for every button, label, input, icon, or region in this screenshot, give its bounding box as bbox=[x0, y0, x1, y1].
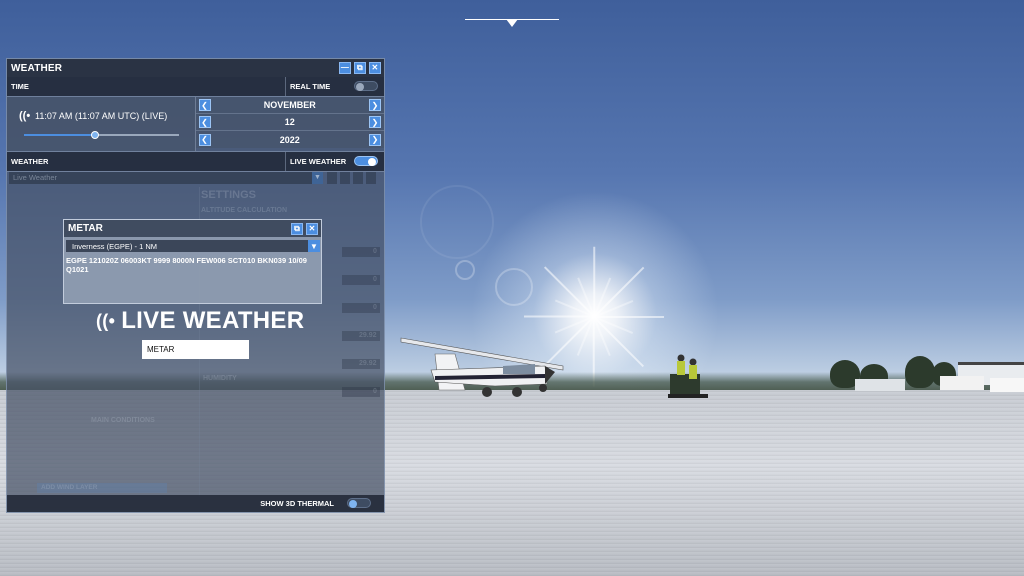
time-slider-handle[interactable] bbox=[91, 131, 100, 139]
ghost-value: 0 bbox=[373, 248, 377, 255]
ghost-altitude-calc: ALTITUDE CALCULATION bbox=[201, 207, 288, 214]
metar-report-line: EGPE 121020Z 06003KT 9999 8000N FEW006 S… bbox=[66, 256, 307, 265]
toggle-knob bbox=[368, 158, 376, 166]
metar-station-select[interactable]: Inverness (EGPE) - 1 NM ▼ bbox=[66, 240, 320, 252]
year-next-button[interactable]: ❯ bbox=[369, 133, 381, 146]
metar-popout-button[interactable]: ⧉ bbox=[291, 222, 303, 235]
time-label: TIME bbox=[7, 77, 285, 96]
ghost-value: 29.92 bbox=[359, 360, 377, 367]
vehicle bbox=[940, 376, 984, 390]
lens-flare bbox=[495, 268, 533, 306]
sun-ray bbox=[524, 316, 594, 318]
ghost-settings-title: SETTINGS bbox=[201, 189, 257, 201]
year-prev-button[interactable]: ❮ bbox=[198, 133, 211, 146]
close-button[interactable]: ✕ bbox=[369, 62, 381, 74]
month-prev-button[interactable]: ❮ bbox=[198, 99, 211, 111]
ghost-wind-layer: ADD WIND LAYER bbox=[41, 484, 98, 491]
live-weather-toggle[interactable] bbox=[354, 156, 378, 166]
chevron-down-icon[interactable]: ▼ bbox=[308, 240, 320, 252]
popout-button[interactable]: ⧉ bbox=[354, 62, 366, 74]
weather-panel-titlebar: WEATHER — ⧉ ✕ bbox=[7, 59, 384, 77]
heading-indicator-icon bbox=[506, 19, 518, 27]
preset-value: Live Weather bbox=[13, 173, 58, 182]
toggle-knob bbox=[356, 83, 364, 91]
live-weather-label: LIVE WEATHER bbox=[290, 157, 347, 166]
live-signal-icon: ((• bbox=[19, 110, 31, 122]
preset-actions bbox=[327, 172, 382, 184]
day-value: 12 bbox=[284, 117, 295, 127]
sun-ray bbox=[593, 246, 595, 317]
time-slider-fill bbox=[24, 134, 96, 136]
ghost-value: 29.92 bbox=[359, 332, 377, 339]
metar-station-value: Inverness (EGPE) - 1 NM bbox=[72, 241, 158, 251]
weather-label: WEATHER bbox=[7, 152, 285, 171]
aircraft-cessna bbox=[400, 337, 564, 397]
ghost-value: 0 bbox=[373, 388, 377, 395]
vehicle bbox=[990, 378, 1024, 392]
ghost-value: 0 bbox=[373, 276, 377, 283]
weather-header-row: WEATHER LIVE WEATHER bbox=[7, 152, 384, 172]
date-picker: ❮ NOVEMBER ❯ ❮ 12 ❯ ❮ 2022 ❯ bbox=[195, 97, 384, 151]
metar-button-label: METAR bbox=[147, 345, 175, 354]
month-row: ❮ NOVEMBER ❯ bbox=[195, 97, 384, 114]
ghost-value: 0 bbox=[373, 304, 377, 311]
metar-title: METAR bbox=[68, 223, 103, 234]
ghost-humidity: HUMIDITY bbox=[203, 375, 237, 382]
lens-flare bbox=[420, 185, 494, 259]
real-time-cell: REAL TIME bbox=[285, 77, 384, 96]
metar-report-line: Q1021 bbox=[66, 265, 89, 274]
real-time-label: REAL TIME bbox=[290, 82, 331, 91]
live-signal-icon: ((• bbox=[96, 310, 116, 331]
time-display: 11:07 AM (11:07 AM UTC) (LIVE) bbox=[35, 111, 168, 121]
toggle-knob bbox=[349, 500, 357, 508]
month-next-button[interactable]: ❯ bbox=[369, 99, 381, 111]
year-value: 2022 bbox=[279, 134, 300, 145]
lens-flare bbox=[455, 260, 475, 280]
year-row: ❮ 2022 ❯ bbox=[195, 131, 384, 148]
weather-panel-title: WEATHER bbox=[11, 62, 63, 74]
metar-button[interactable]: METAR bbox=[142, 340, 249, 359]
preset-copy-icon[interactable] bbox=[340, 172, 350, 184]
sun-ray bbox=[594, 316, 664, 318]
live-weather-cell: LIVE WEATHER bbox=[285, 152, 384, 171]
metar-report: EGPE 121020Z 06003KT 9999 8000N FEW006 S… bbox=[66, 256, 319, 274]
vehicle bbox=[855, 379, 905, 391]
preset-save-icon[interactable] bbox=[327, 172, 337, 184]
metar-window: METAR ⧉ ✕ Inverness (EGPE) - 1 NM ▼ EGPE… bbox=[63, 219, 322, 304]
time-slider-track[interactable] bbox=[24, 131, 179, 139]
metar-titlebar: METAR ⧉ ✕ bbox=[64, 220, 321, 237]
live-weather-title: LIVE WEATHER bbox=[121, 307, 305, 334]
show-3d-thermal-toggle[interactable] bbox=[347, 498, 371, 508]
preset-delete-icon[interactable] bbox=[366, 172, 376, 184]
time-date-row: ((• 11:07 AM (11:07 AM UTC) (LIVE) ❮ NOV… bbox=[7, 97, 384, 152]
time-slider-area: ((• 11:07 AM (11:07 AM UTC) (LIVE) bbox=[7, 97, 196, 151]
live-weather-banner: ((• LIVE WEATHER bbox=[96, 306, 304, 336]
preset-rename-icon[interactable] bbox=[353, 172, 363, 184]
metar-close-button[interactable]: ✕ bbox=[306, 222, 318, 235]
ground-crew bbox=[668, 354, 708, 398]
panel-footer: SHOW 3D THERMAL bbox=[7, 495, 384, 512]
show-3d-thermal-label: SHOW 3D THERMAL bbox=[260, 499, 334, 508]
day-next-button[interactable]: ❯ bbox=[369, 116, 381, 128]
real-time-toggle[interactable] bbox=[354, 81, 378, 91]
time-header-row: TIME REAL TIME bbox=[7, 77, 384, 97]
minimize-button[interactable]: — bbox=[339, 62, 351, 74]
tree bbox=[905, 356, 935, 388]
month-value: NOVEMBER bbox=[263, 100, 316, 110]
preset-dropdown-icon[interactable]: ▼ bbox=[312, 172, 323, 184]
day-row: ❮ 12 ❯ bbox=[195, 114, 384, 131]
ghost-main-layer: MAIN CONDITIONS bbox=[91, 417, 155, 424]
day-prev-button[interactable]: ❮ bbox=[198, 116, 211, 128]
preset-select[interactable]: Live Weather bbox=[9, 172, 323, 184]
